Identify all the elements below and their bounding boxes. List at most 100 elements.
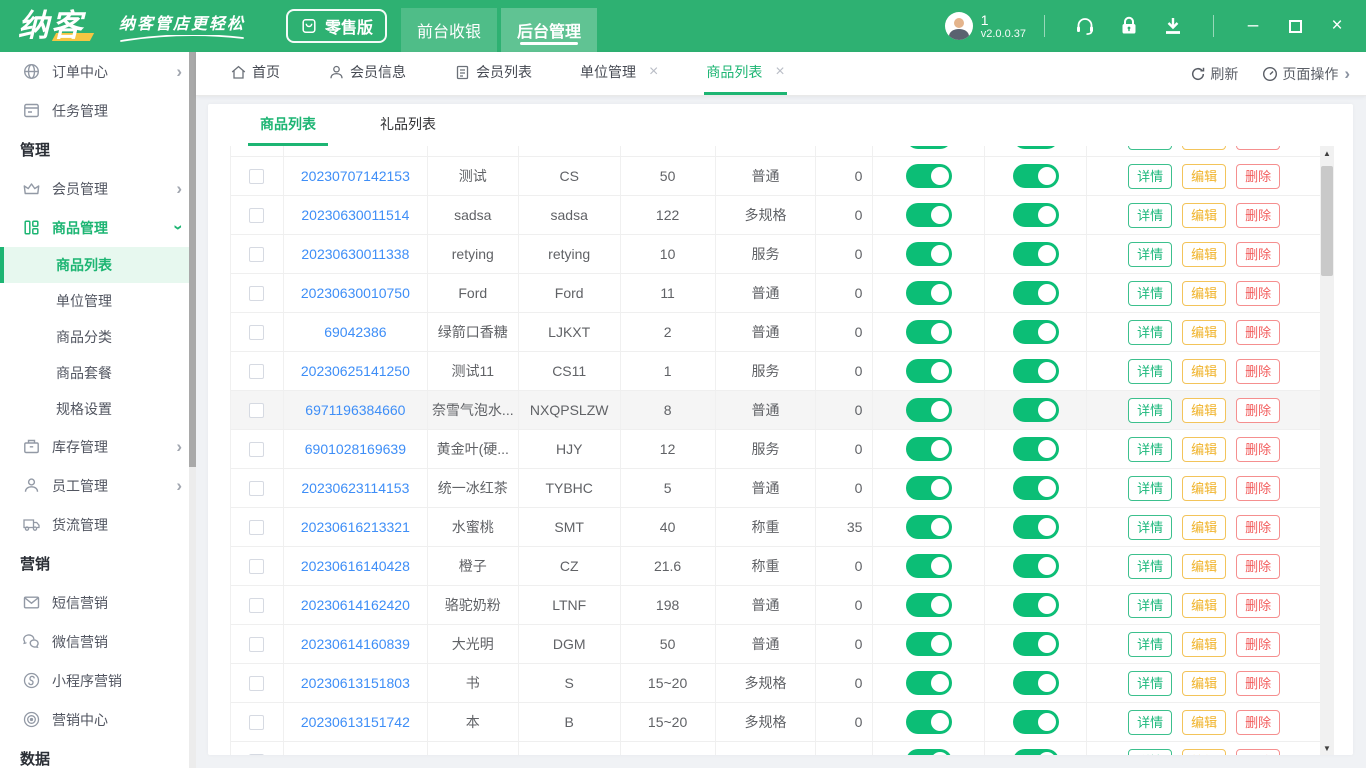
row-checkbox[interactable]	[249, 169, 264, 184]
detail-button[interactable]: 详情	[1128, 515, 1172, 540]
delete-button[interactable]: 删除	[1236, 359, 1280, 384]
status-toggle[interactable]	[906, 203, 952, 227]
status-toggle[interactable]	[1013, 203, 1059, 227]
edit-button[interactable]: 编辑	[1182, 359, 1226, 384]
row-checkbox[interactable]	[249, 208, 264, 223]
row-checkbox[interactable]	[249, 559, 264, 574]
detail-button[interactable]: 详情	[1128, 203, 1172, 228]
edit-button[interactable]: 编辑	[1182, 476, 1226, 501]
detail-button[interactable]: 详情	[1128, 320, 1172, 345]
status-toggle[interactable]	[906, 281, 952, 305]
edition-badge[interactable]: 零售版	[286, 9, 387, 43]
maximize-button[interactable]	[1274, 8, 1316, 44]
row-checkbox[interactable]	[249, 520, 264, 535]
status-toggle[interactable]	[1013, 749, 1059, 755]
product-id-link[interactable]: 6901028169639	[305, 441, 406, 457]
topnav-tab-front-cashier[interactable]: 前台收银	[401, 8, 497, 52]
sidebar-item-wechat-marketing[interactable]: 微信营销	[0, 622, 196, 661]
delete-button[interactable]: 删除	[1236, 632, 1280, 657]
detail-button[interactable]: 详情	[1128, 710, 1172, 735]
content-tab-product-list[interactable]: 商品列表	[248, 104, 328, 146]
sidebar-item-unit-management[interactable]: 单位管理	[0, 283, 196, 319]
product-id-link[interactable]: 20230707142153	[301, 168, 410, 184]
status-toggle[interactable]	[906, 476, 952, 500]
detail-button[interactable]: 详情	[1128, 632, 1172, 657]
edit-button[interactable]: 编辑	[1182, 437, 1226, 462]
detail-button[interactable]: 详情	[1128, 671, 1172, 696]
sidebar-scrollbar[interactable]	[189, 52, 196, 768]
product-id-link[interactable]: 20230630011514	[301, 207, 409, 223]
delete-button[interactable]: 删除	[1236, 320, 1280, 345]
close-icon[interactable]: ×	[775, 64, 784, 80]
status-toggle[interactable]	[906, 359, 952, 383]
content-tab-gift-list[interactable]: 礼品列表	[368, 104, 448, 146]
topnav-tab-backend-management[interactable]: 后台管理	[501, 8, 597, 52]
edit-button[interactable]: 编辑	[1182, 281, 1226, 306]
tab-product-list[interactable]: 商品列表×	[704, 52, 786, 95]
page-operations-button[interactable]: 页面操作 ›	[1262, 64, 1350, 84]
user-block[interactable]: 1 v2.0.0.37	[945, 12, 1026, 41]
status-toggle[interactable]	[906, 593, 952, 617]
status-toggle[interactable]	[1013, 710, 1059, 734]
product-id-link[interactable]: 20230613151803	[301, 675, 410, 691]
status-toggle[interactable]	[906, 749, 952, 755]
sidebar-item-staff-management[interactable]: 员工管理›	[0, 466, 196, 505]
status-toggle[interactable]	[906, 671, 952, 695]
sidebar-scrollbar-thumb[interactable]	[189, 52, 196, 467]
status-toggle[interactable]	[1013, 320, 1059, 344]
status-toggle[interactable]	[906, 437, 952, 461]
product-id-link[interactable]: 20230616213321	[301, 519, 410, 535]
product-id-link[interactable]: 20230625141250	[301, 363, 410, 379]
sidebar-item-product-category[interactable]: 商品分类	[0, 319, 196, 355]
status-toggle[interactable]	[906, 515, 952, 539]
sidebar-item-miniprogram-marketing[interactable]: 小程序营销	[0, 661, 196, 700]
sidebar-item-sms-marketing[interactable]: 短信营销	[0, 583, 196, 622]
scroll-down-arrow[interactable]: ▼	[1320, 741, 1334, 755]
edit-button[interactable]: 编辑	[1182, 146, 1226, 150]
download-icon[interactable]	[1162, 15, 1184, 37]
edit-button[interactable]: 编辑	[1182, 320, 1226, 345]
delete-button[interactable]: 删除	[1236, 203, 1280, 228]
product-id-link[interactable]: 20230630010750	[301, 285, 410, 301]
status-toggle[interactable]	[906, 554, 952, 578]
product-id-link[interactable]: 20230616140428	[301, 558, 410, 574]
table-scrollbar[interactable]: ▲ ▼	[1320, 146, 1334, 755]
row-checkbox[interactable]	[249, 598, 264, 613]
status-toggle[interactable]	[1013, 671, 1059, 695]
edit-button[interactable]: 编辑	[1182, 164, 1226, 189]
table-scrollbar-thumb[interactable]	[1321, 166, 1333, 276]
support-headset-icon[interactable]	[1074, 15, 1096, 37]
row-checkbox[interactable]	[249, 637, 264, 652]
detail-button[interactable]: 详情	[1128, 359, 1172, 384]
detail-button[interactable]: 详情	[1128, 437, 1172, 462]
sidebar-item-order-center[interactable]: 订单中心›	[0, 52, 196, 91]
detail-button[interactable]: 详情	[1128, 476, 1172, 501]
edit-button[interactable]: 编辑	[1182, 398, 1226, 423]
status-toggle[interactable]	[1013, 146, 1059, 149]
product-id-link[interactable]: 20230630011338	[301, 246, 409, 262]
status-toggle[interactable]	[906, 632, 952, 656]
status-toggle[interactable]	[1013, 281, 1059, 305]
status-toggle[interactable]	[1013, 437, 1059, 461]
delete-button[interactable]: 删除	[1236, 593, 1280, 618]
sidebar-item-product-list[interactable]: 商品列表	[0, 247, 196, 283]
detail-button[interactable]: 详情	[1128, 242, 1172, 267]
sidebar-item-member-management[interactable]: 会员管理›	[0, 169, 196, 208]
edit-button[interactable]: 编辑	[1182, 671, 1226, 696]
lock-icon[interactable]	[1118, 15, 1140, 37]
delete-button[interactable]: 删除	[1236, 476, 1280, 501]
close-button[interactable]: ×	[1316, 8, 1358, 44]
detail-button[interactable]: 详情	[1128, 281, 1172, 306]
product-id-link[interactable]: 20230614160839	[301, 636, 410, 652]
close-icon[interactable]: ×	[649, 64, 658, 80]
row-checkbox[interactable]	[249, 715, 264, 730]
detail-button[interactable]: 详情	[1128, 593, 1172, 618]
edit-button[interactable]: 编辑	[1182, 710, 1226, 735]
sidebar-item-product-management[interactable]: 商品管理›	[0, 208, 196, 247]
tab-home[interactable]: 首页	[228, 52, 282, 95]
delete-button[interactable]: 删除	[1236, 749, 1280, 756]
product-id-link[interactable]: 20230623114153	[301, 480, 409, 496]
row-checkbox[interactable]	[249, 325, 264, 340]
product-id-link[interactable]: 6971196384660	[305, 402, 405, 418]
edit-button[interactable]: 编辑	[1182, 242, 1226, 267]
